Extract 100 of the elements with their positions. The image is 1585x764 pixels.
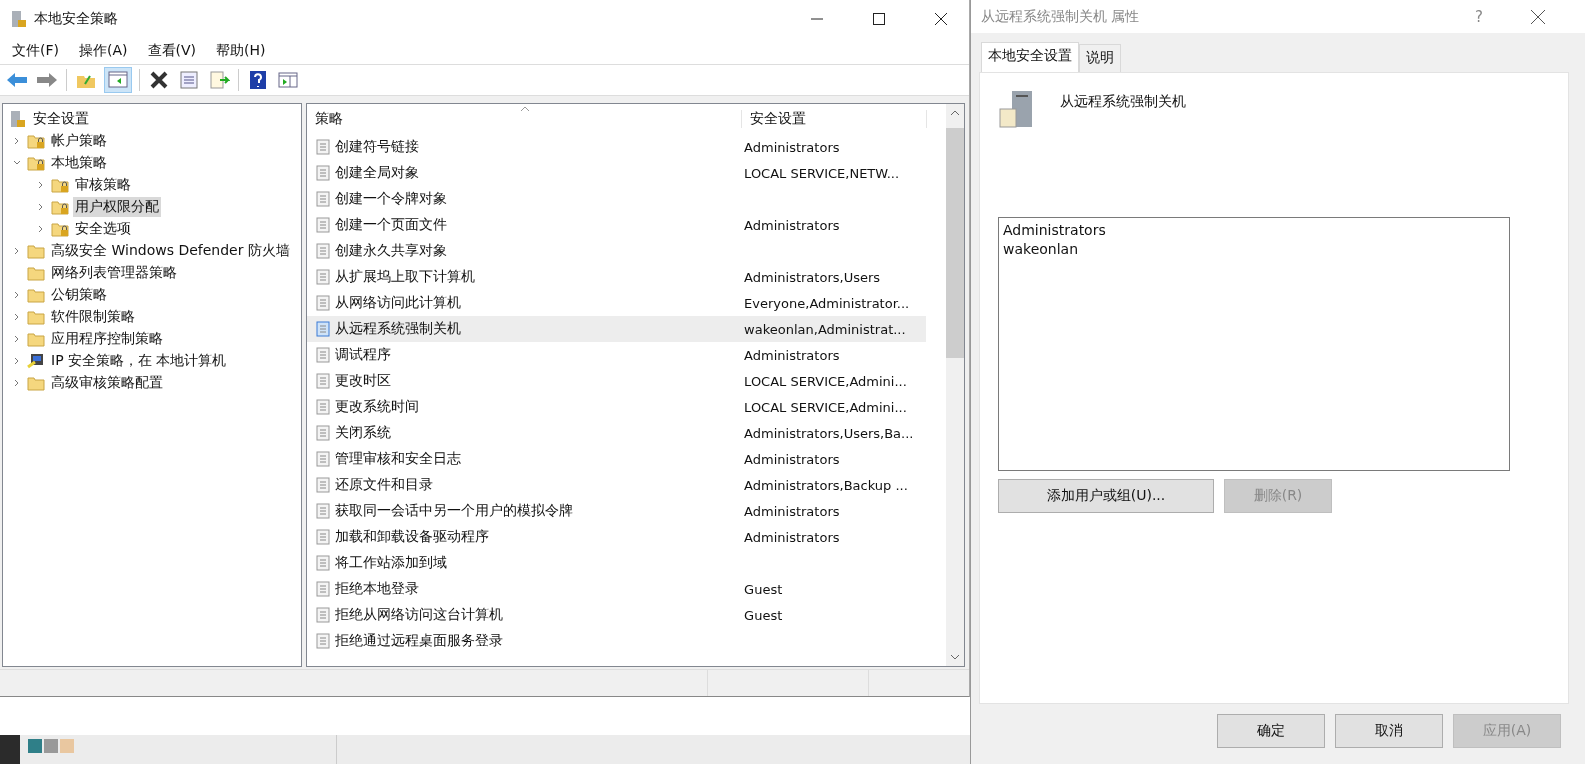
- policy-name[interactable]: 还原文件和目录: [335, 476, 433, 494]
- security-setting: Administrators,Users,Ba...: [744, 425, 914, 441]
- policy-name[interactable]: 创建一个页面文件: [335, 216, 447, 234]
- policy-name[interactable]: 获取同一会话中另一个用户的模拟令牌: [335, 502, 573, 520]
- scroll-down-icon[interactable]: [950, 654, 960, 660]
- expand-chevron-icon[interactable]: [13, 335, 21, 343]
- list-row[interactable]: 创建永久共享对象: [307, 238, 926, 264]
- policy-name[interactable]: 拒绝从网络访问这台计算机: [335, 606, 503, 624]
- expand-chevron-icon[interactable]: [37, 203, 45, 211]
- action-pane-icon[interactable]: [277, 71, 299, 89]
- policy-icon: [315, 295, 331, 311]
- policy-name[interactable]: 更改时区: [335, 372, 391, 390]
- list-row[interactable]: 将工作站添加到域: [307, 550, 926, 576]
- scrollbar[interactable]: [946, 104, 964, 666]
- collapse-chevron-icon[interactable]: [13, 159, 21, 167]
- policy-name[interactable]: 拒绝通过远程桌面服务登录: [335, 632, 503, 650]
- tree-item[interactable]: 帐户策略: [49, 131, 109, 151]
- list-row[interactable]: 拒绝通过远程桌面服务登录: [307, 628, 926, 654]
- policy-name[interactable]: 创建符号链接: [335, 138, 419, 156]
- close-icon[interactable]: [935, 13, 947, 25]
- tab[interactable]: 说明: [1079, 44, 1121, 72]
- export-list-icon[interactable]: [208, 71, 230, 89]
- policy-name[interactable]: 加载和卸载设备驱动程序: [335, 528, 489, 546]
- expand-chevron-icon[interactable]: [13, 313, 21, 321]
- member-item[interactable]: wakeonlan: [1003, 240, 1505, 259]
- policy-name[interactable]: 从扩展坞上取下计算机: [335, 268, 475, 286]
- list-row[interactable]: 创建全局对象 LOCAL SERVICE,NETW...: [307, 160, 926, 186]
- tree-item[interactable]: 安全设置: [31, 109, 91, 129]
- dialog-button[interactable]: 取消: [1335, 714, 1443, 748]
- tree-item[interactable]: 公钥策略: [49, 285, 109, 305]
- menu-item[interactable]: 查看(V): [147, 42, 196, 60]
- locked-folder-icon: [51, 221, 69, 237]
- column-header[interactable]: 策略: [307, 110, 742, 128]
- policy-name[interactable]: 创建永久共享对象: [335, 242, 447, 260]
- expand-chevron-icon[interactable]: [13, 247, 21, 255]
- list-row[interactable]: 获取同一会话中另一个用户的模拟令牌 Administrators: [307, 498, 926, 524]
- tree-item[interactable]: 高级审核策略配置: [49, 373, 165, 393]
- tree-item[interactable]: 软件限制策略: [49, 307, 137, 327]
- tree-item[interactable]: 本地策略: [49, 153, 109, 173]
- list-row[interactable]: 拒绝从网络访问这台计算机 Guest: [307, 602, 926, 628]
- policy-name[interactable]: 从网络访问此计算机: [335, 294, 461, 312]
- maximize-icon[interactable]: [873, 13, 885, 25]
- column-header[interactable]: 安全设置: [742, 110, 927, 128]
- tree-item[interactable]: 应用程序控制策略: [49, 329, 165, 349]
- help-icon[interactable]: [247, 70, 269, 90]
- list-row[interactable]: 创建一个令牌对象: [307, 186, 926, 212]
- expand-chevron-icon[interactable]: [13, 137, 21, 145]
- member-item[interactable]: Administrators: [1003, 221, 1505, 240]
- expand-chevron-icon[interactable]: [37, 225, 45, 233]
- policy-name[interactable]: 将工作站添加到域: [335, 554, 447, 572]
- close-icon[interactable]: [1531, 9, 1545, 24]
- tree-item[interactable]: 安全选项: [73, 219, 133, 239]
- tree-item[interactable]: 用户权限分配: [73, 197, 161, 217]
- help-button[interactable]: ?: [1475, 7, 1483, 26]
- menu-item[interactable]: 帮助(H): [216, 42, 266, 60]
- list-row[interactable]: 创建一个页面文件 Administrators: [307, 212, 926, 238]
- security-setting: Administrators: [744, 451, 840, 467]
- expand-chevron-icon[interactable]: [37, 181, 45, 189]
- list-row[interactable]: 关闭系统 Administrators,Users,Ba...: [307, 420, 926, 446]
- forward-arrow-icon[interactable]: [36, 71, 58, 89]
- expand-chevron-icon[interactable]: [13, 379, 21, 387]
- delete-icon[interactable]: [148, 71, 170, 89]
- list-row[interactable]: 更改时区 LOCAL SERVICE,Admini...: [307, 368, 926, 394]
- scroll-up-icon[interactable]: [950, 110, 960, 116]
- policy-name[interactable]: 从远程系统强制关机: [335, 320, 461, 338]
- list-row[interactable]: 拒绝本地登录 Guest: [307, 576, 926, 602]
- policy-name[interactable]: 创建一个令牌对象: [335, 190, 447, 208]
- expand-chevron-icon[interactable]: [13, 357, 21, 365]
- tree-item[interactable]: 审核策略: [73, 175, 133, 195]
- policy-name[interactable]: 管理审核和安全日志: [335, 450, 461, 468]
- list-row[interactable]: 从扩展坞上取下计算机 Administrators,Users: [307, 264, 926, 290]
- menu-item[interactable]: 文件(F): [12, 42, 59, 60]
- policy-name[interactable]: 调试程序: [335, 346, 391, 364]
- list-row[interactable]: 更改系统时间 LOCAL SERVICE,Admini...: [307, 394, 926, 420]
- expand-chevron-icon[interactable]: [13, 291, 21, 299]
- policy-name[interactable]: 拒绝本地登录: [335, 580, 419, 598]
- list-row[interactable]: 创建符号链接 Administrators: [307, 134, 926, 160]
- show-pane-icon[interactable]: [105, 68, 131, 92]
- tab[interactable]: 本地安全设置: [981, 42, 1079, 72]
- list-row[interactable]: 从远程系统强制关机 wakeonlan,Administrat...: [307, 316, 926, 342]
- list-row[interactable]: 加载和卸载设备驱动程序 Administrators: [307, 524, 926, 550]
- dialog-button[interactable]: 添加用户或组(U)...: [998, 479, 1214, 513]
- policy-name[interactable]: 创建全局对象: [335, 164, 419, 182]
- dialog-button[interactable]: 确定: [1217, 714, 1325, 748]
- list-row[interactable]: 从网络访问此计算机 Everyone,Administrator...: [307, 290, 926, 316]
- tree-item[interactable]: 网络列表管理器策略: [49, 263, 179, 283]
- list-row[interactable]: 管理审核和安全日志 Administrators: [307, 446, 926, 472]
- back-arrow-icon[interactable]: [6, 71, 28, 89]
- properties-icon[interactable]: [178, 71, 200, 89]
- policy-name[interactable]: 更改系统时间: [335, 398, 419, 416]
- list-row[interactable]: 调试程序 Administrators: [307, 342, 926, 368]
- members-listbox[interactable]: Administrators wakeonlan: [998, 217, 1510, 471]
- policy-name[interactable]: 关闭系统: [335, 424, 391, 442]
- menu-item[interactable]: 操作(A): [79, 42, 128, 60]
- security-setting: LOCAL SERVICE,Admini...: [744, 373, 907, 389]
- list-row[interactable]: 还原文件和目录 Administrators,Backup ...: [307, 472, 926, 498]
- policy-icon: [315, 451, 331, 467]
- policy-icon: [315, 503, 331, 519]
- tree-item[interactable]: IP 安全策略，在 本地计算机: [49, 351, 229, 371]
- tree-item[interactable]: 高级安全 Windows Defender 防火墙: [49, 241, 292, 261]
